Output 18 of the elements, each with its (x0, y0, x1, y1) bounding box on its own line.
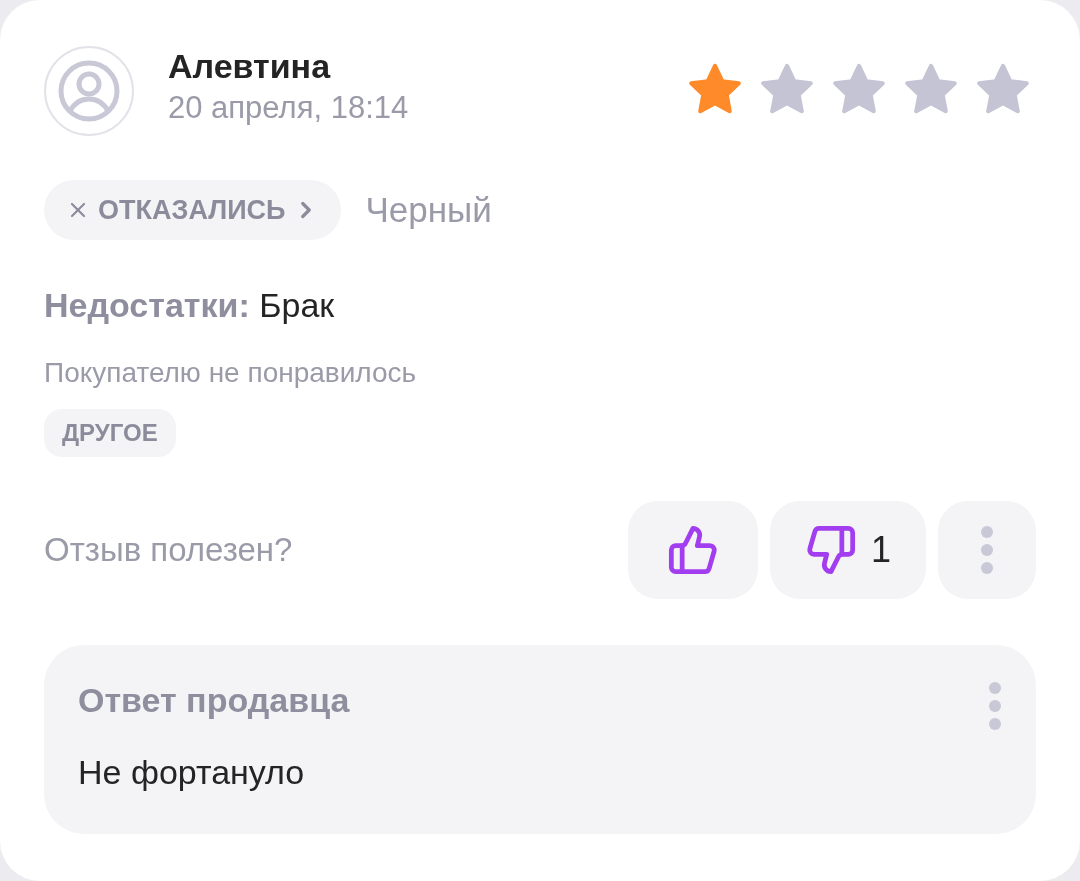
like-button[interactable] (628, 501, 758, 599)
status-label: ОТКАЗАЛИСЬ (98, 194, 286, 226)
review-date: 20 апреля, 18:14 (168, 89, 409, 126)
helpful-question: Отзыв полезен? (44, 531, 293, 569)
defects-text: Недостатки: Брак (44, 286, 336, 325)
more-icon (980, 525, 994, 575)
user-icon (57, 59, 121, 123)
reason-text: Покупателю не понравилось (44, 357, 418, 389)
dislike-button[interactable]: 1 (770, 501, 926, 599)
seller-reply-text: Не фортануло (78, 753, 306, 792)
dislike-count: 1 (871, 529, 891, 571)
variant-text: Черный (365, 190, 492, 230)
reason-tag: ДРУГОЕ (44, 409, 176, 457)
more-icon (988, 681, 1002, 731)
seller-reply-title: Ответ продавца (78, 681, 350, 720)
thumbs-down-icon (805, 524, 857, 576)
thumbs-up-icon (667, 524, 719, 576)
author-name: Алевтина (168, 46, 332, 86)
